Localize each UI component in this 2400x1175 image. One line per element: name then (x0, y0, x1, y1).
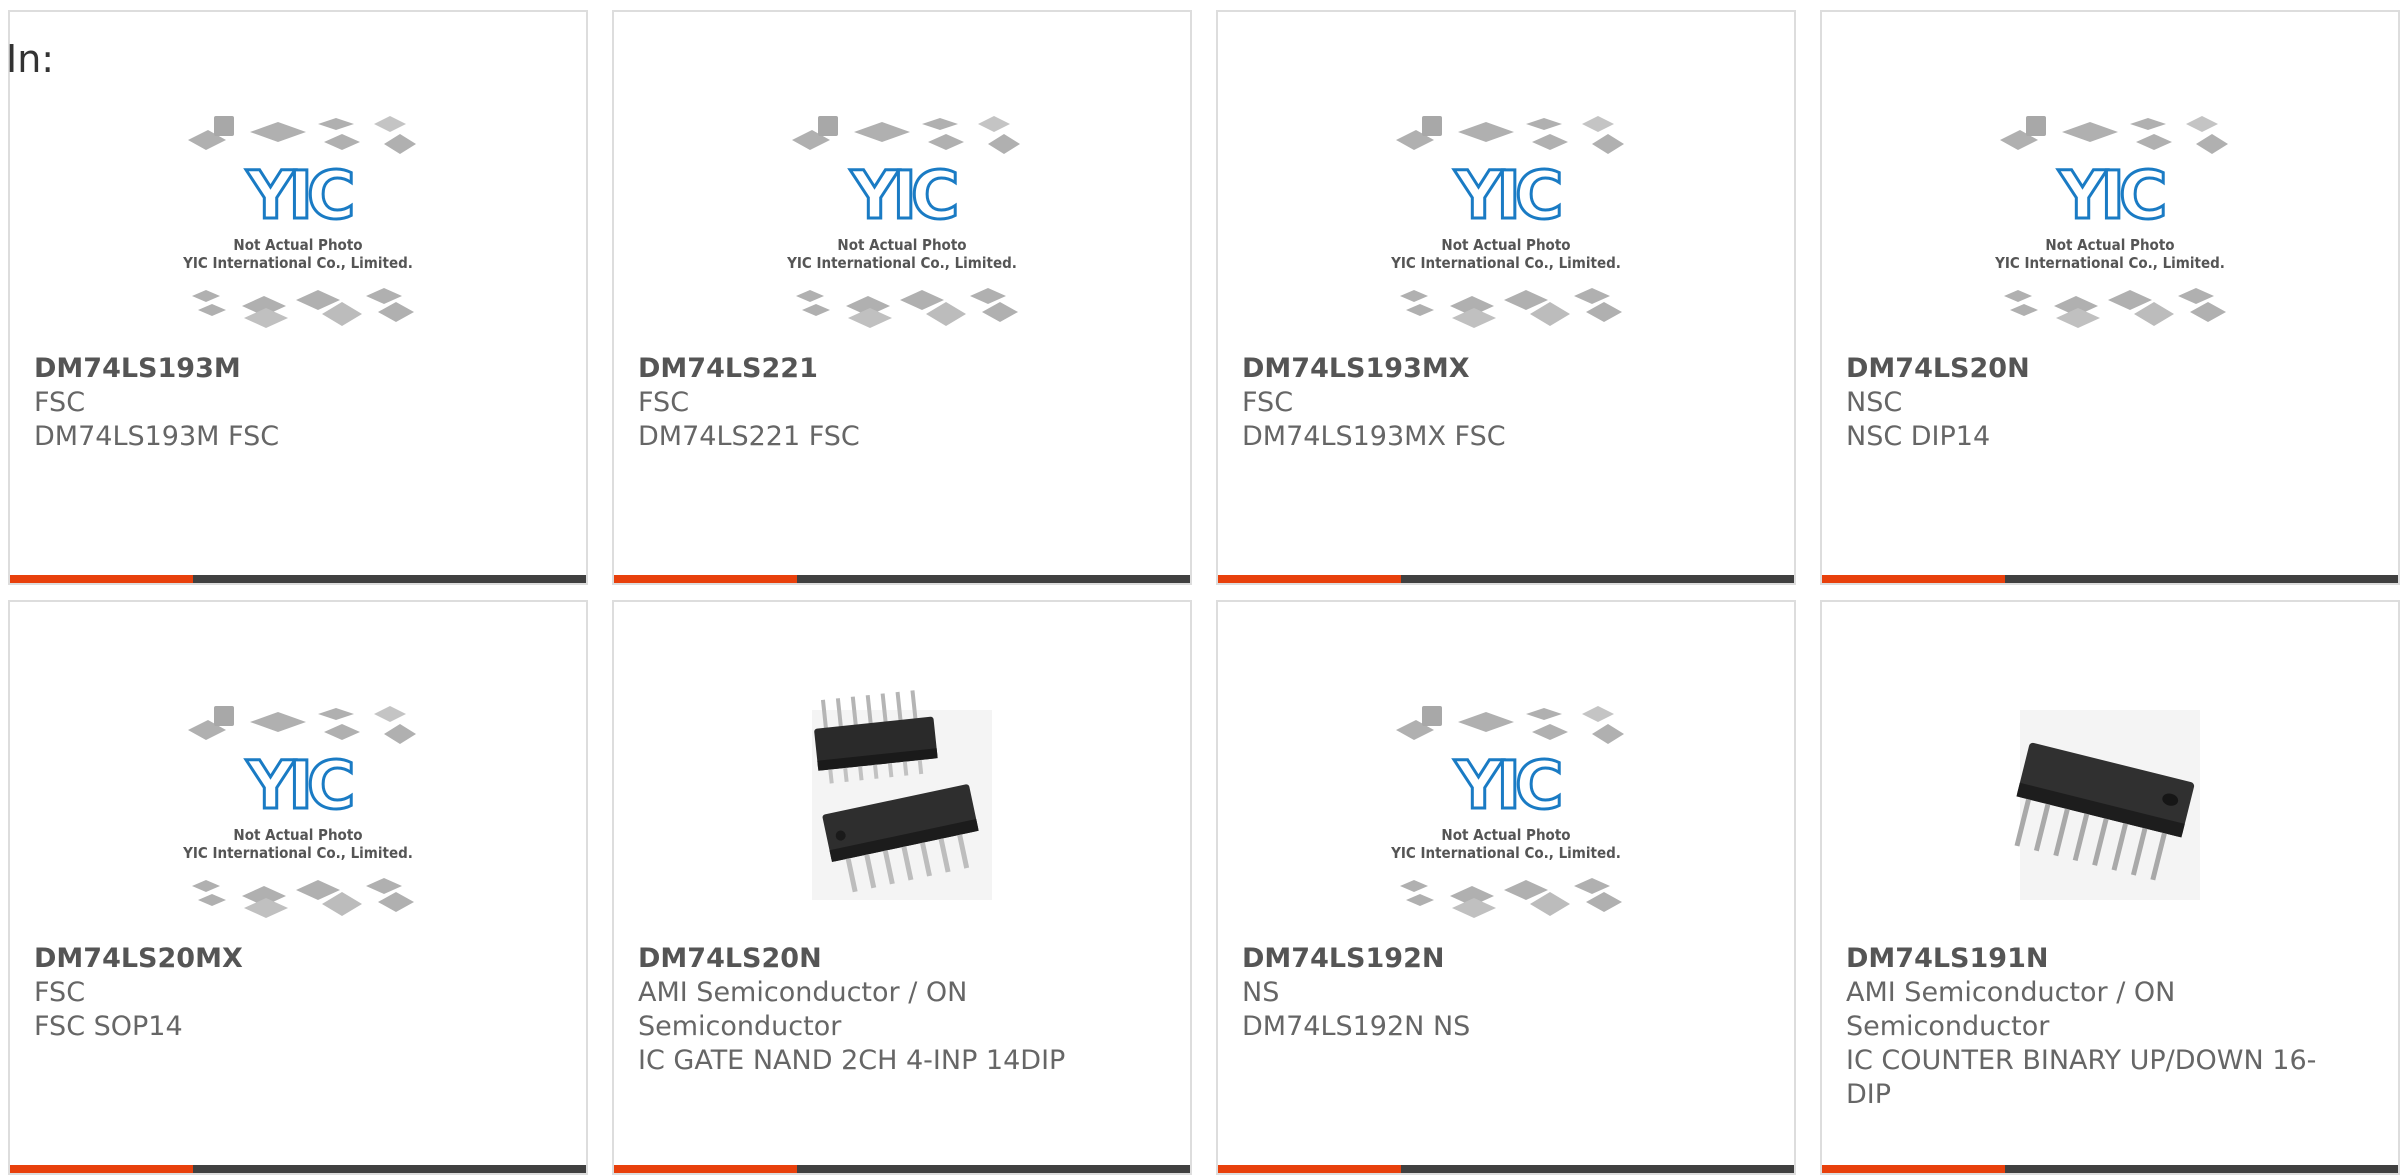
yic-logo: YIC (1454, 157, 1560, 234)
card-bar (1218, 575, 1794, 583)
product-card[interactable]: YIC Not Actual Photo YIC International Co.… (8, 10, 588, 585)
placeholder-line1: Not Actual Photo (233, 236, 362, 254)
description: DM74LS192N NS (1242, 1011, 1471, 1042)
placeholder-line2: YIC International Co., Limited. (1390, 844, 1621, 862)
placeholder-line2: YIC International Co., Limited. (1994, 254, 2225, 272)
not-actual-photo-placeholder: YIC Not Actual PhotoYIC International Co.… (1994, 116, 2228, 328)
manufacturer: NS (1242, 977, 1280, 1008)
description: IC GATE NAND 2CH 4-INP 14DIP (638, 1045, 1066, 1076)
placeholder-line2: YIC International Co., Limited. (182, 254, 413, 272)
yic-logo: YIC (2058, 157, 2164, 234)
manufacturer: FSC (34, 977, 86, 1008)
not-actual-photo-placeholder: YIC Not Actual PhotoYIC International Co.… (786, 116, 1020, 328)
product-image[interactable]: YIC Not Actual Photo YIC International Co.… (782, 100, 1022, 330)
part-number[interactable]: DM74LS193MX (1242, 352, 1754, 386)
card-bar (1218, 1165, 1794, 1173)
placeholder-line1: Not Actual Photo (837, 236, 966, 254)
card-bar-accent (1218, 575, 1401, 583)
part-number[interactable]: DM74LS20MX (34, 942, 546, 976)
placeholder-line1: Not Actual Photo (1441, 236, 1570, 254)
card-bar (1822, 1165, 2398, 1173)
card-bar (614, 575, 1190, 583)
description: DM74LS193M FSC (34, 421, 280, 452)
card-bar-accent (1822, 575, 2005, 583)
part-number[interactable]: DM74LS193M (34, 352, 546, 386)
description: FSC SOP14 (34, 1011, 183, 1042)
product-card[interactable]: YIC Not Actual Photo YIC International Co.… (1216, 600, 1796, 1175)
yic-logo: YIC (1454, 747, 1560, 824)
part-number[interactable]: DM74LS20N (1846, 352, 2358, 386)
card-bar-accent (10, 1165, 193, 1173)
yic-logo: YIC (850, 157, 956, 234)
placeholder-line1: Not Actual Photo (233, 826, 362, 844)
product-card[interactable]: YIC Not Actual Photo YIC International Co.… (1820, 10, 2400, 585)
yic-logo: YIC (246, 157, 352, 234)
part-number[interactable]: DM74LS192N (1242, 942, 1754, 976)
description: IC COUNTER BINARY UP/DOWN 16-DIP (1846, 1045, 2317, 1110)
not-actual-photo-placeholder: YIC Not Actual PhotoYIC International Co.… (182, 706, 416, 918)
product-image[interactable]: YIC Not Actual Photo YIC International Co.… (1990, 100, 2230, 330)
manufacturer: AMI Semiconductor / ON Semiconductor (1846, 977, 2176, 1042)
card-bar-accent (614, 1165, 797, 1173)
manufacturer: NSC (1846, 387, 1903, 418)
product-card[interactable]: YIC Not Actual Photo YIC International Co.… (8, 600, 588, 1175)
product-card[interactable]: YIC Not Actual Photo YIC International Co.… (612, 10, 1192, 585)
not-actual-photo-placeholder: YIC Not Actual PhotoYIC International Co.… (1390, 706, 1624, 918)
placeholder-line1: Not Actual Photo (1441, 826, 1570, 844)
card-bar (10, 575, 586, 583)
card-bar-accent (1218, 1165, 1401, 1173)
product-image[interactable]: YIC Not Actual Photo YIC International Co.… (1386, 100, 1626, 330)
manufacturer: AMI Semiconductor / ON Semiconductor (638, 977, 968, 1042)
not-actual-photo-placeholder: YIC Not Actual PhotoYIC International Co.… (182, 116, 416, 328)
card-bar (1822, 575, 2398, 583)
product-image[interactable] (782, 690, 1022, 920)
card-bar-accent (1822, 1165, 2005, 1173)
manufacturer: FSC (1242, 387, 1294, 418)
part-number[interactable]: DM74LS221 (638, 352, 1150, 386)
card-bar-accent (614, 575, 797, 583)
manufacturer: FSC (34, 387, 86, 418)
product-image[interactable]: YIC Not Actual Photo YIC International Co.… (178, 100, 418, 330)
product-image[interactable]: YIC Not Actual Photo YIC International Co.… (1386, 690, 1626, 920)
in-label: In: (6, 37, 55, 81)
product-card[interactable]: DM74LS20N AMI Semiconductor / ON Semicon… (612, 600, 1192, 1175)
product-card[interactable]: YIC Not Actual Photo YIC International Co.… (1216, 10, 1796, 585)
placeholder-line1: Not Actual Photo (2045, 236, 2174, 254)
product-image[interactable] (1990, 690, 2230, 920)
product-card[interactable]: DM74LS191N AMI Semiconductor / ON Semico… (1820, 600, 2400, 1175)
card-bar-accent (10, 575, 193, 583)
placeholder-line2: YIC International Co., Limited. (182, 844, 413, 862)
yic-logo: YIC (246, 747, 352, 824)
card-bar (614, 1165, 1190, 1173)
part-number[interactable]: DM74LS191N (1846, 942, 2358, 976)
product-image[interactable]: YIC Not Actual Photo YIC International Co.… (178, 690, 418, 920)
placeholder-line2: YIC International Co., Limited. (1390, 254, 1621, 272)
card-bar (10, 1165, 586, 1173)
placeholder-line2: YIC International Co., Limited. (786, 254, 1017, 272)
description: DM74LS193MX FSC (1242, 421, 1506, 452)
part-number[interactable]: DM74LS20N (638, 942, 1150, 976)
description: NSC DIP14 (1846, 421, 1991, 452)
dip16-chip-image (2014, 710, 2200, 900)
dip14-chip-image (812, 690, 992, 900)
not-actual-photo-placeholder: YIC Not Actual PhotoYIC International Co.… (1390, 116, 1624, 328)
description: DM74LS221 FSC (638, 421, 860, 452)
manufacturer: FSC (638, 387, 690, 418)
